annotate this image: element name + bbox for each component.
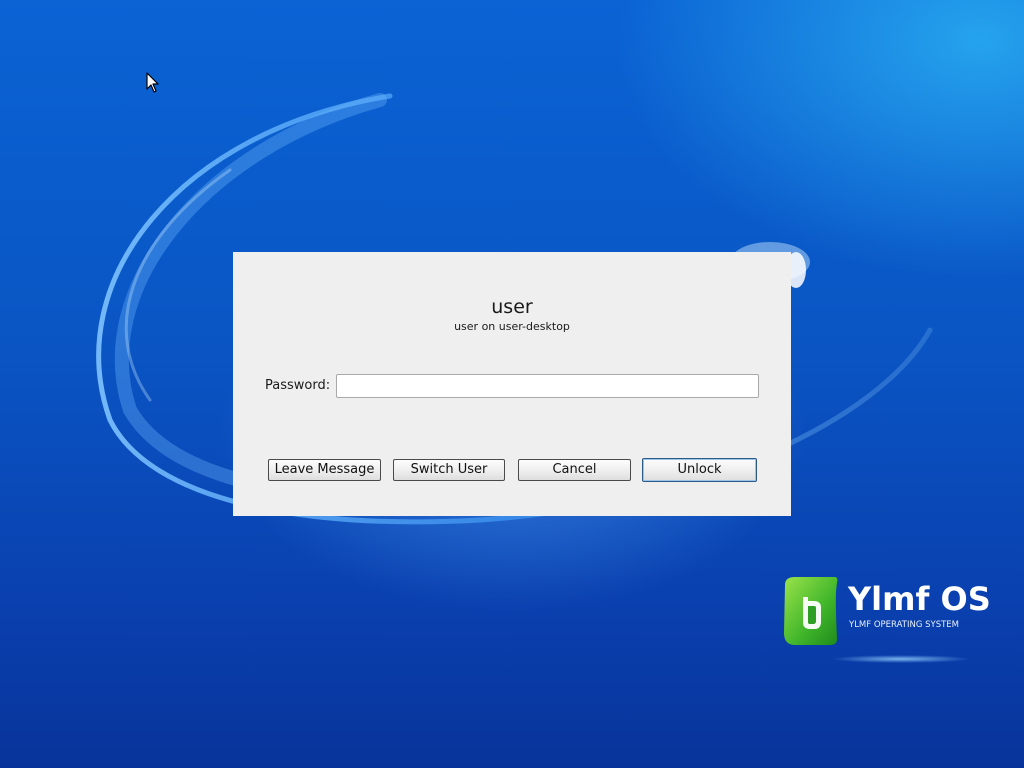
ylmf-os-logo: Ylmf OS YLMF OPERATING SYSTEM (781, 575, 991, 670)
logo-title: Ylmf OS (848, 580, 991, 618)
mouse-pointer-icon (146, 72, 159, 93)
unlock-dialog: user user on user-desktop Password: Leav… (233, 252, 791, 516)
cancel-button[interactable]: Cancel (518, 459, 631, 481)
password-label: Password: (265, 378, 331, 393)
user-host-subtitle: user on user-desktop (454, 320, 570, 333)
logo-glow (831, 655, 971, 663)
leave-message-button[interactable]: Leave Message (268, 459, 381, 481)
logo-subtitle: YLMF OPERATING SYSTEM (849, 620, 959, 630)
switch-user-button[interactable]: Switch User (393, 459, 505, 481)
password-input[interactable] (336, 374, 759, 398)
user-name: user (491, 296, 533, 318)
unlock-button[interactable]: Unlock (642, 458, 757, 482)
ylmf-leaf-logo-icon (784, 577, 838, 645)
